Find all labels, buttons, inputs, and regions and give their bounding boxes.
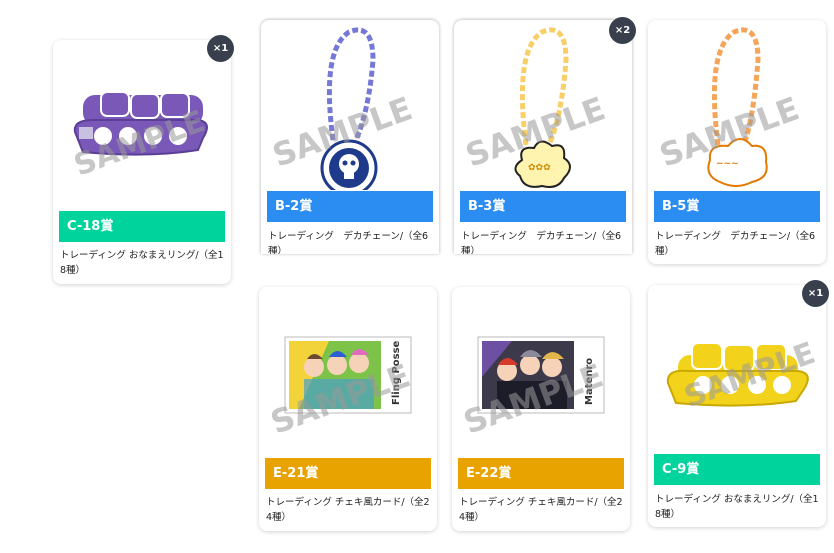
name-ring-yellow-image: SAMPLE [648,285,826,453]
prize-card[interactable]: Fling Posse SAMPLE E-21賞 トレーディング チェキ風カード… [259,287,437,531]
prize-label: C-18賞 [59,211,225,242]
quantity-badge: ×1 [802,280,829,307]
prize-label: E-22賞 [458,458,624,489]
prize-card[interactable]: SAMPLE C-18賞 トレーディング おなまえリング/（全18種） [53,40,231,284]
item-description: トレーディング デカチェーン/（全6種） [461,231,622,254]
item-description: トレーディング デカチェーン/（全6種） [655,231,816,257]
quantity-badge: ×2 [609,17,636,44]
item-description: トレーディング おなまえリング/（全18種） [60,250,224,276]
prize-label: C-9賞 [654,454,820,485]
prize-label: B-3賞 [460,191,626,222]
chain-orange-charm-image: ~~~ SAMPLE [648,20,826,190]
item-description: トレーディング チェキ風カード/（全24種） [459,497,623,523]
prize-label: B-5賞 [654,191,820,222]
chain-skull-charm-image: SAMPLE [261,20,439,190]
item-description: トレーディング おなまえリング/（全18種） [655,494,819,520]
prize-card[interactable]: ~~~ SAMPLE B-5賞 トレーディング デカチェーン/（全6種） [648,20,826,264]
item-description: トレーディング デカチェーン/（全6種） [268,231,429,254]
prize-card[interactable]: Matenro SAMPLE E-22賞 トレーディング チェキ風カード/（全2… [452,287,630,531]
prize-card[interactable]: ✿✿✿ SAMPLE B-3賞 トレーディング デカチェーン/（全6種） [454,20,632,254]
prize-label: E-21賞 [265,458,431,489]
cheki-card-green-image: Fling Posse SAMPLE [259,287,437,457]
cheki-card-purple-image: Matenro SAMPLE [452,287,630,457]
quantity-badge: ×1 [207,35,234,62]
chain-yellow-charm-image: ✿✿✿ SAMPLE [454,20,632,190]
item-description: トレーディング チェキ風カード/（全24種） [266,497,430,523]
svg-text:~~~: ~~~ [716,159,739,169]
prize-card[interactable]: SAMPLE C-9賞 トレーディング おなまえリング/（全18種） [648,285,826,527]
prize-card[interactable]: SAMPLE B-2賞 トレーディング デカチェーン/（全6種） [261,20,439,254]
svg-text:✿✿✿: ✿✿✿ [528,163,551,173]
prize-label: B-2賞 [267,191,433,222]
name-ring-purple-image: SAMPLE [53,40,231,210]
